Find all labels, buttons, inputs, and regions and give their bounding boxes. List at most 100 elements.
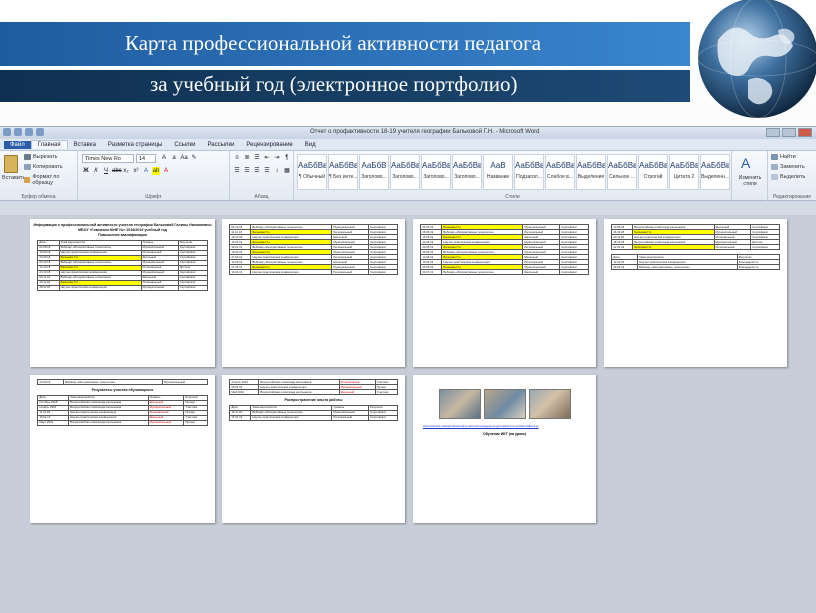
decrease-indent-icon[interactable]: ⇤	[263, 154, 271, 162]
window-title: Отчет о профактивности 18-19 учителя гео…	[310, 129, 540, 135]
font-color-icon[interactable]: A	[162, 167, 170, 175]
numbering-icon[interactable]: ≣	[243, 154, 251, 162]
styles-group: АаБбВвГ¶ ОбычныйАаБбВвГ¶ Без инте...АаБб…	[294, 151, 732, 201]
replace-icon	[771, 164, 778, 170]
align-buttons: ☰ ☰ ☰ ☰ ↕ ▦	[233, 167, 291, 175]
change-styles-button[interactable]: Изменить стили	[734, 175, 766, 187]
style-tile[interactable]: АаБбВвГ ¶ Обычный	[297, 154, 327, 190]
font-size-select[interactable]: 14	[136, 154, 156, 163]
classroom-photo	[483, 389, 526, 419]
highlight-icon[interactable]: ab	[152, 167, 160, 175]
bullets-icon[interactable]: ≡	[233, 154, 241, 162]
tab-0[interactable]: Файл	[4, 140, 31, 149]
underline-icon[interactable]: Ч	[102, 167, 110, 175]
tab-6[interactable]: Рецензирование	[240, 141, 298, 149]
page1-heading: Информация о профессиональной активности…	[33, 223, 212, 232]
multilevel-list-icon[interactable]: ☰	[253, 154, 261, 162]
strikethrough-icon[interactable]: abc	[112, 167, 122, 175]
superscript-icon[interactable]: x²	[132, 167, 140, 175]
style-tile[interactable]: АаБбВвГ Цитата 2	[669, 154, 699, 190]
tab-1[interactable]: Главная	[30, 140, 68, 149]
tab-5[interactable]: Рассылки	[201, 141, 240, 149]
document-page-1[interactable]: Информация о профессиональной активности…	[30, 219, 215, 367]
bold-icon[interactable]: Ж	[82, 167, 90, 175]
line-spacing-icon[interactable]: ↕	[273, 167, 281, 175]
style-tile[interactable]: АаБбВвГ ¶ Без инте...	[328, 154, 358, 190]
align-center-icon[interactable]: ☰	[243, 167, 251, 175]
style-tile[interactable]: АаБбВвГ Строгий	[638, 154, 668, 190]
document-page-5[interactable]: 22.03.19 Вебинар «Интерактивные технологи…	[30, 375, 215, 523]
table-cell: Муниципальный	[147, 419, 185, 426]
page2-table: 04.12.18 Вебинар «Интерактивные технологи…	[229, 224, 398, 275]
align-left-icon[interactable]: ☰	[233, 167, 241, 175]
paste-icon[interactable]	[4, 155, 18, 173]
style-tile[interactable]: АаБбВ Заголово...	[359, 154, 389, 190]
change-case-icon[interactable]: Aa	[180, 154, 188, 162]
document-page-6[interactable]: Апрель 2019 Всероссийская олимпиада школь…	[222, 375, 405, 523]
align-right-icon[interactable]: ☰	[253, 167, 261, 175]
slide-title-line2: за учебный год (электронное портфолио)	[150, 72, 518, 96]
style-tile[interactable]: АаБбВвГ Заголово...	[452, 154, 482, 190]
font-group: Times New Ro 14 A a Aa ✎ Ж К Ч abc x₂ x²…	[78, 151, 230, 201]
change-styles-group: A Изменить стили	[732, 151, 768, 201]
page5-table: Дата Тема мероприятия Уровень Результат Окт…	[37, 394, 208, 426]
table-cell: Региональный	[331, 414, 370, 421]
subscript-icon[interactable]: x₂	[122, 167, 130, 175]
word-titlebar: Отчет о профактивности 18-19 учителя гео…	[0, 127, 816, 139]
select-button[interactable]: Выделить	[771, 174, 805, 180]
tab-7[interactable]: Вид	[299, 141, 322, 149]
font-name-select[interactable]: Times New Ro	[82, 154, 134, 163]
paste-button[interactable]: Вставить	[2, 175, 25, 181]
clear-format-icon[interactable]: ✎	[190, 154, 198, 162]
style-sample: АаБбВвГ	[329, 161, 357, 170]
table-cell: Муниципальный	[161, 379, 208, 385]
style-tile[interactable]: АаБбВвГ Выделенн...	[700, 154, 730, 190]
increase-indent-icon[interactable]: ⇥	[273, 154, 281, 162]
scissors-icon	[24, 154, 31, 160]
document-link[interactable]: https://infourok.ru/kartaprofessionalnoy…	[413, 419, 596, 428]
close-button[interactable]	[798, 128, 812, 137]
undo-icon[interactable]	[25, 128, 33, 136]
document-page-7[interactable]: https://infourok.ru/kartaprofessionalnoy…	[413, 375, 596, 523]
document-page-3[interactable]: 24.04.19 Балькова Г.Н. Муниципальный Сертиф…	[413, 219, 596, 367]
grow-font-icon[interactable]: A	[160, 154, 168, 162]
maximize-button[interactable]	[782, 128, 796, 137]
style-tile[interactable]: АаБбВвГ Выделение	[576, 154, 606, 190]
shading-icon[interactable]: ▦	[283, 167, 291, 175]
style-tile[interactable]: АаБбВвГ Сильное ...	[607, 154, 637, 190]
text-effects-icon[interactable]: A	[142, 167, 150, 175]
find-button[interactable]: Найти	[771, 154, 796, 160]
tab-2[interactable]: Вставка	[68, 141, 102, 149]
clipboard-group: Вставить Вырезать Копировать Формат по о…	[0, 151, 78, 201]
style-tile[interactable]: АаБбВвГ Подзагол...	[514, 154, 544, 190]
style-name: Цитата 2	[673, 174, 695, 180]
style-name: Название	[486, 174, 510, 180]
copy-button[interactable]: Копировать	[24, 164, 63, 170]
format-painter-button[interactable]: Формат по образцу	[24, 174, 77, 186]
table-cell: Вебинар «Интерактивные технологии»	[441, 269, 524, 275]
shrink-font-icon[interactable]: a	[170, 154, 178, 162]
word-logo-icon[interactable]	[3, 128, 11, 136]
document-area[interactable]: Информация о профессиональной активности…	[0, 215, 816, 613]
style-tile[interactable]: АаБбВвГ Заголово...	[421, 154, 451, 190]
save-icon[interactable]	[14, 128, 22, 136]
style-sample: АаБбВвГ	[453, 161, 481, 170]
select-icon	[771, 174, 778, 180]
minimize-button[interactable]	[766, 128, 780, 137]
replace-button[interactable]: Заменить	[771, 164, 805, 170]
tab-3[interactable]: Разметка страницы	[102, 141, 168, 149]
page6-section-title: Распространение опыта работы	[284, 398, 343, 402]
tab-4[interactable]: Ссылки	[168, 141, 201, 149]
style-tile[interactable]: АаБбВвГ Слабое в...	[545, 154, 575, 190]
italic-icon[interactable]: К	[92, 167, 100, 175]
redo-icon[interactable]	[36, 128, 44, 136]
style-tile[interactable]: АаВ Название	[483, 154, 513, 190]
document-page-4[interactable]: 10.09.18 Всероссийская олимпиада школьник…	[604, 219, 787, 367]
style-tile[interactable]: АаБбВв Заголово...	[390, 154, 420, 190]
table-cell: Научно-практическая конференция	[250, 414, 333, 421]
show-marks-icon[interactable]: ¶	[283, 154, 291, 162]
justify-icon[interactable]: ☰	[263, 167, 271, 175]
change-styles-icon[interactable]: A	[741, 155, 750, 171]
cut-button[interactable]: Вырезать	[24, 154, 57, 160]
document-page-2[interactable]: 04.12.18 Вебинар «Интерактивные технологи…	[222, 219, 405, 367]
